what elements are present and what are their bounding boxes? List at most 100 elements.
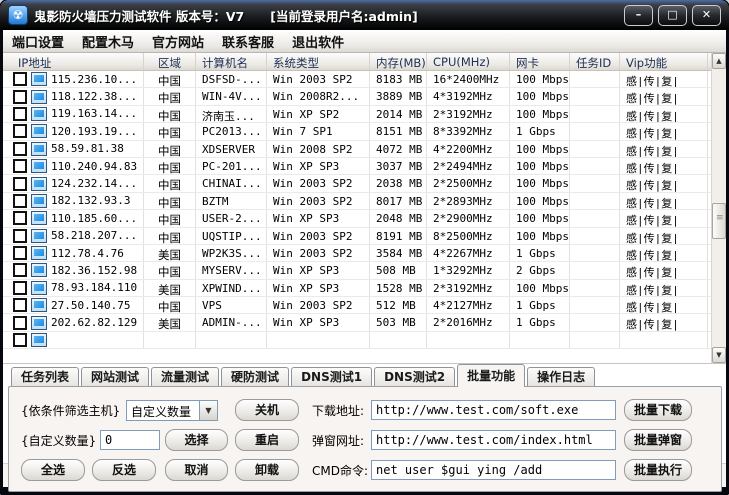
cell-cpu: 2*2016MHz [427, 314, 510, 330]
table-row[interactable]: 58.59.81.38中国XDSERVERWin 2008 SP24072 MB… [3, 141, 726, 158]
menu-item-4[interactable]: 退出软件 [283, 32, 353, 51]
tab-4[interactable]: DNS测试1 [291, 367, 372, 387]
batch-download-button[interactable]: 批量下载 [624, 399, 692, 421]
table-row[interactable]: 78.93.184.110美国XPWIND...Win XP SP31528 M… [3, 280, 726, 297]
computer-icon [31, 263, 47, 277]
tab-1[interactable]: 网站测试 [81, 367, 149, 387]
column-header-2[interactable]: 计算机名 [196, 53, 267, 70]
row-checkbox[interactable] [13, 72, 27, 86]
table-row[interactable]: 27.50.140.75中国VPSWin 2003 SP2512 MB4*212… [3, 297, 726, 314]
scrollbar-thumb[interactable] [712, 203, 726, 239]
table-row[interactable]: 110.240.94.83中国PC-201...Win XP SP33037 M… [3, 158, 726, 175]
cell-region: 中国 [144, 210, 196, 226]
column-header-3[interactable]: 系统类型 [267, 53, 370, 70]
tab-5[interactable]: DNS测试2 [374, 367, 455, 387]
menu-item-1[interactable]: 配置木马 [73, 32, 143, 51]
ip-address: 110.240.94.83 [51, 160, 137, 173]
menu-item-0[interactable]: 端口设置 [3, 32, 73, 51]
table-row[interactable]: 120.193.19...中国PC2013...Win 7 SP18151 MB… [3, 123, 726, 140]
column-header-7[interactable]: 任务ID [570, 53, 620, 70]
cell-memory: 512 MB [370, 297, 427, 313]
table-row[interactable]: 110.185.60...中国USER-2...Win XP SP32048 M… [3, 210, 726, 227]
column-header-8[interactable]: Vip功能 [620, 53, 708, 70]
uninstall-button[interactable]: 卸载 [235, 459, 299, 481]
popup-url-label: 弹窗网址: [312, 432, 364, 449]
cell-nic: 100 Mbps [510, 210, 570, 226]
choose-button[interactable]: 选择 [165, 429, 228, 451]
scroll-up-icon[interactable]: ▲ [712, 53, 726, 69]
tab-3[interactable]: 硬防测试 [221, 367, 289, 387]
maximize-button[interactable]: □ [658, 5, 687, 26]
row-checkbox[interactable] [13, 281, 27, 295]
table-row[interactable]: 112.78.4.76美国WP2K3S...Win 2003 SP23584 M… [3, 245, 726, 262]
cell-computer-name: WP2K3S... [196, 245, 267, 261]
computer-icon [31, 177, 47, 191]
row-checkbox[interactable] [13, 159, 27, 173]
cell-os-type [267, 332, 370, 348]
cell-nic: 100 Mbps [510, 106, 570, 122]
column-header-5[interactable]: CPU(MHz) [427, 53, 510, 70]
menu-item-3[interactable]: 联系客服 [213, 32, 283, 51]
row-checkbox[interactable] [13, 142, 27, 156]
row-checkbox[interactable] [13, 229, 27, 243]
cell-memory: 8151 MB [370, 123, 427, 139]
cmd-input[interactable] [371, 460, 616, 480]
cell-nic: 100 Mbps [510, 280, 570, 296]
tab-7[interactable]: 操作日志 [527, 367, 595, 387]
chevron-down-icon[interactable]: ▼ [199, 401, 217, 420]
row-checkbox[interactable] [13, 177, 27, 191]
row-checkbox[interactable] [13, 333, 27, 347]
table-row[interactable]: 115.236.10...中国DSFSD-...Win 2003 SP28183… [3, 71, 726, 88]
table-row[interactable]: 202.62.82.129美国ADMIN-...Win XP SP3503 MB… [3, 314, 726, 331]
shutdown-button[interactable]: 关机 [235, 399, 299, 421]
invert-selection-button[interactable]: 反选 [92, 459, 156, 481]
cell-memory: 508 MB [370, 262, 427, 278]
vertical-scrollbar[interactable]: ▲ ▼ [711, 53, 726, 363]
cell-task-id [570, 88, 620, 104]
cell-memory [370, 332, 427, 348]
row-checkbox[interactable] [13, 211, 27, 225]
row-checkbox[interactable] [13, 298, 27, 312]
cell-memory: 8191 MB [370, 228, 427, 244]
custom-count-input[interactable] [100, 430, 160, 450]
filter-combobox[interactable]: 自定义数量 ▼ [126, 400, 218, 421]
table-row[interactable]: 182.132.93.3中国BZTMWin 2003 SP28017 MB2*2… [3, 193, 726, 210]
table-row[interactable] [3, 332, 726, 349]
tab-2[interactable]: 流量测试 [151, 367, 219, 387]
cell-task-id [570, 193, 620, 209]
scroll-down-icon[interactable]: ▼ [712, 347, 726, 363]
table-row[interactable]: 182.36.152.98中国MYSERV...Win XP SP3508 MB… [3, 262, 726, 279]
column-header-6[interactable]: 网卡 [510, 53, 570, 70]
column-header-1[interactable]: 区域 [144, 53, 196, 70]
download-url-input[interactable] [371, 400, 616, 420]
batch-exec-button[interactable]: 批量执行 [624, 459, 692, 481]
table-row[interactable]: 118.122.38...中国WIN-4V...Win 2008R2...388… [3, 88, 726, 105]
row-checkbox[interactable] [13, 316, 27, 330]
column-header-4[interactable]: 内存(MB) [370, 53, 427, 70]
select-all-button[interactable]: 全选 [21, 459, 85, 481]
row-checkbox[interactable] [13, 194, 27, 208]
row-checkbox[interactable] [13, 263, 27, 277]
popup-url-input[interactable] [371, 430, 616, 450]
cell-task-id [570, 210, 620, 226]
row-checkbox[interactable] [13, 90, 27, 104]
table-row[interactable]: 119.163.14...中国济南玉...Win XP SP22014 MB2*… [3, 106, 726, 123]
cell-region: 中国 [144, 141, 196, 157]
restart-button[interactable]: 重启 [235, 429, 299, 451]
row-checkbox[interactable] [13, 124, 27, 138]
table-row[interactable]: 58.218.207...中国UQSTIP...Win 2003 SP28191… [3, 228, 726, 245]
minimize-button[interactable]: – [624, 5, 653, 26]
cell-vip-functions: 感|传|复| [620, 175, 708, 191]
tab-0[interactable]: 任务列表 [11, 367, 79, 387]
batch-popup-button[interactable]: 批量弹窗 [624, 429, 692, 451]
cancel-button[interactable]: 取消 [165, 459, 228, 481]
table-row[interactable]: 124.232.14...中国CHINAI...Win 2003 SP22038… [3, 175, 726, 192]
row-checkbox[interactable] [13, 246, 27, 260]
menu-item-2[interactable]: 官方网站 [143, 32, 213, 51]
cell-vip-functions: 感|传|复| [620, 71, 708, 87]
cell-computer-name: USER-2... [196, 210, 267, 226]
row-checkbox[interactable] [13, 107, 27, 121]
close-button[interactable]: ✕ [692, 5, 721, 26]
tab-6[interactable]: 批量功能 [457, 364, 525, 387]
column-header-0[interactable]: IP地址 [3, 53, 144, 70]
